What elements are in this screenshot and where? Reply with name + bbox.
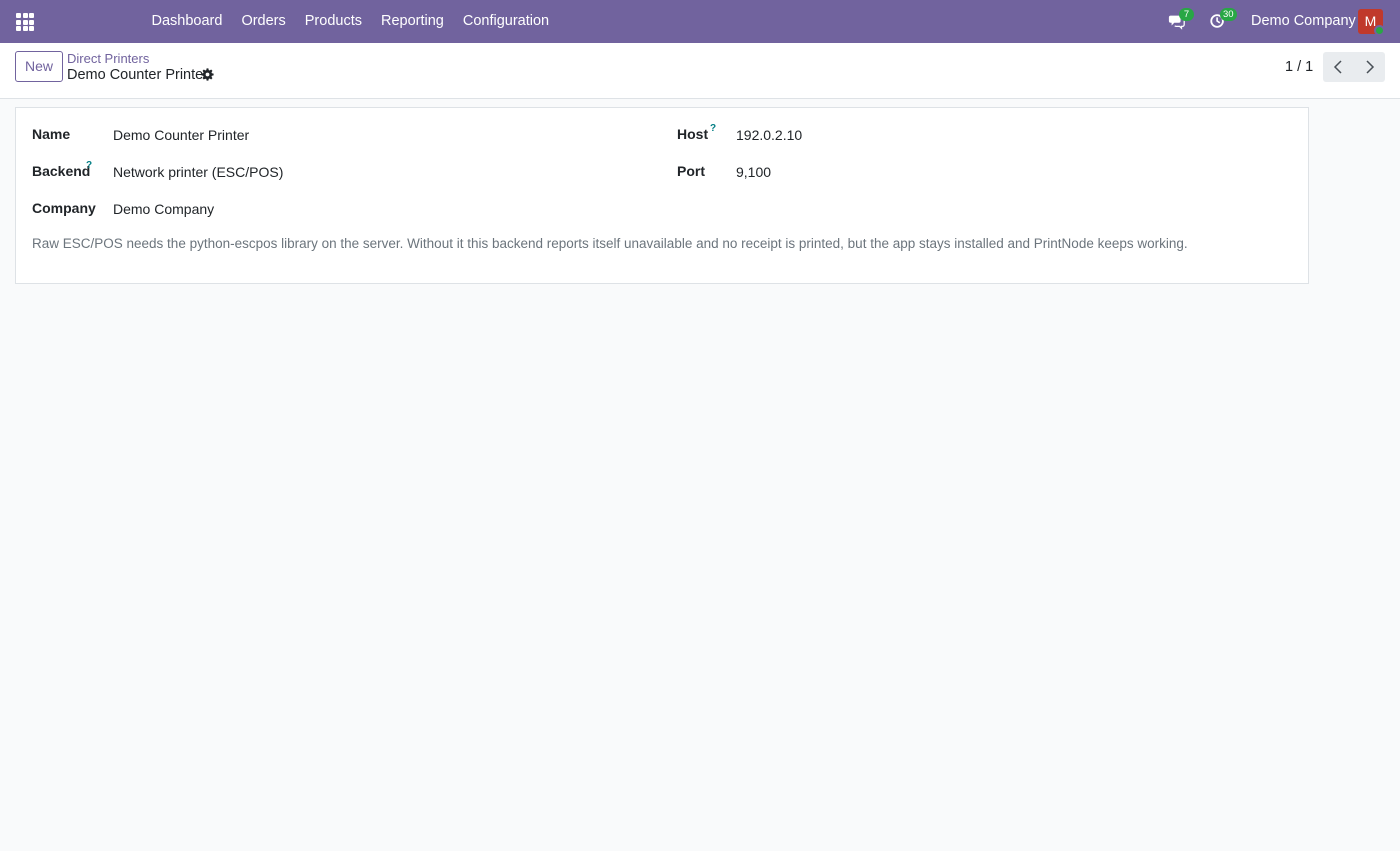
pager-value[interactable]: 1 / 1	[1285, 59, 1313, 75]
menu-item-configuration[interactable]: Configuration	[453, 0, 558, 43]
breadcrumb-direct-printers[interactable]: Direct Printers	[67, 51, 149, 66]
host-help-tooltip[interactable]: ?	[710, 123, 716, 134]
gear-icon[interactable]	[201, 68, 214, 81]
pager-next-button[interactable]	[1354, 52, 1385, 82]
chevron-right-icon	[1366, 60, 1375, 74]
name-label: Name	[32, 126, 71, 142]
port-field[interactable]: 9,100	[736, 164, 771, 180]
company-field[interactable]: Demo Company	[113, 201, 214, 217]
menu-item-dashboard[interactable]: Dashboard	[142, 0, 232, 43]
messages-icon[interactable]: 7	[1168, 8, 1194, 32]
host-label: Host	[677, 126, 709, 142]
apps-menu-icon[interactable]	[14, 11, 36, 33]
port-label: Port	[677, 163, 705, 179]
backend-label: Backend	[32, 163, 91, 179]
new-button[interactable]: New	[15, 51, 63, 82]
menu-item-reporting[interactable]: Reporting	[372, 0, 454, 43]
main-menu: Dashboard Orders Products Reporting Conf…	[142, 0, 559, 43]
company-switcher[interactable]: Demo Company	[1251, 0, 1356, 43]
name-field[interactable]: Demo Counter Printer	[113, 127, 249, 143]
top-navbar: Dashboard Orders Products Reporting Conf…	[0, 0, 1400, 43]
activities-count-badge: 30	[1220, 8, 1237, 21]
control-panel: New Direct Printers Demo Counter Printer…	[0, 43, 1400, 99]
backend-select[interactable]: Network printer (ESC/POS)	[113, 164, 283, 180]
activities-icon[interactable]: 30	[1209, 8, 1237, 32]
host-field[interactable]: 192.0.2.10	[736, 127, 802, 143]
pager-previous-button[interactable]	[1323, 52, 1354, 82]
form-sheet: Name Demo Counter Printer Backend ? Netw…	[15, 107, 1309, 284]
backend-help-tooltip[interactable]: ?	[86, 160, 92, 171]
escpos-info-note: Raw ESC/POS needs the python-escpos libr…	[32, 236, 1188, 251]
menu-item-products[interactable]: Products	[295, 0, 371, 43]
online-status-dot	[1374, 25, 1385, 36]
breadcrumb-current-record: Demo Counter Printer	[67, 67, 209, 83]
messages-count-badge: 7	[1179, 8, 1194, 21]
chevron-left-icon	[1333, 60, 1342, 74]
company-label: Company	[32, 200, 96, 216]
menu-item-orders[interactable]: Orders	[232, 0, 295, 43]
